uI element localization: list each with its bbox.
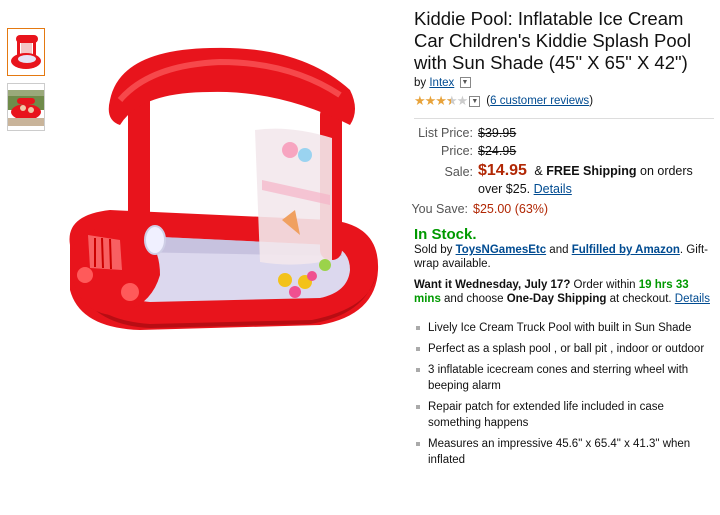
divider [414,118,714,119]
fulfilled-by-amazon-link[interactable]: Fulfilled by Amazon [572,244,680,256]
list-price-label: List Price: [418,126,473,140]
main-product-image[interactable] [50,30,390,390]
sold-by: Sold by ToysNGamesEtc and Fulfilled by A… [414,243,714,271]
delivery-details-link[interactable]: Details [675,293,710,305]
star-rating-icon[interactable]: ★★★★★★ [414,93,468,109]
thumbnail-pool-lifestyle[interactable] [7,83,45,131]
delivery-info: Want it Wednesday, July 17? Order within… [414,278,714,306]
want-it-text: Want it Wednesday, July 17? [414,279,571,291]
pool-thumbnail-icon [11,35,41,69]
thumbnail-pool-main[interactable] [7,28,45,76]
pricing-block: List Price: $39.95 Price: $24.95 Sale: $… [411,126,714,216]
sale-line: $14.95 & FREE Shipping on orders over $2… [478,162,714,198]
list-item: Perfect as a splash pool , or ball pit ,… [414,341,714,357]
shipping-prefix: & [534,164,547,178]
seller-link[interactable]: ToysNGamesEtc [456,244,547,256]
price-value: $24.95 [478,144,517,158]
rating-row: ★★★★★★ ▼ (6 customer reviews) [414,93,714,109]
byline: by Intex ▼ [414,77,714,89]
free-shipping-label: FREE Shipping [546,164,637,178]
chevron-down-icon[interactable]: ▼ [469,95,481,107]
feature-bullets: Lively Ice Cream Truck Pool with built i… [414,320,714,468]
inflatable-pool-illustration [69,47,379,330]
list-price-value: $39.95 [478,126,517,140]
customer-reviews-link[interactable]: 6 customer reviews [490,95,589,107]
you-save-value: $25.00 (63%) [473,202,549,216]
and-text: and [546,244,572,256]
sale-label: Sale: [444,165,474,179]
by-label: by [414,77,427,89]
list-item: 3 inflatable icecream cones and sterring… [414,362,714,394]
shipping-details-link[interactable]: Details [534,182,572,196]
order-within-text: Order within [570,279,639,291]
product-details: Kiddie Pool: Inflatable Ice Cream Car Ch… [411,8,714,473]
you-save-label: You Save: [411,202,468,216]
list-item: Lively Ice Cream Truck Pool with built i… [414,320,714,336]
choose-text: and choose [440,293,507,305]
price-label: Price: [441,144,473,158]
sale-price: $14.95 [478,162,527,179]
thumbnail-list [7,28,45,138]
list-item: Repair patch for extended life included … [414,399,714,431]
reviews-close: ) [589,95,594,107]
brand-link[interactable]: Intex [429,77,454,89]
sold-by-prefix: Sold by [414,244,456,256]
product-title: Kiddie Pool: Inflatable Ice Cream Car Ch… [414,8,692,73]
lifestyle-thumbnail-icon [8,90,44,126]
at-checkout-text: at checkout. [606,293,672,305]
chevron-down-icon[interactable]: ▼ [459,77,471,89]
list-item: Measures an impressive 45.6" x 65.4" x 4… [414,436,714,468]
stock-status: In Stock. [414,226,477,243]
one-day-shipping-label: One-Day Shipping [506,293,607,305]
